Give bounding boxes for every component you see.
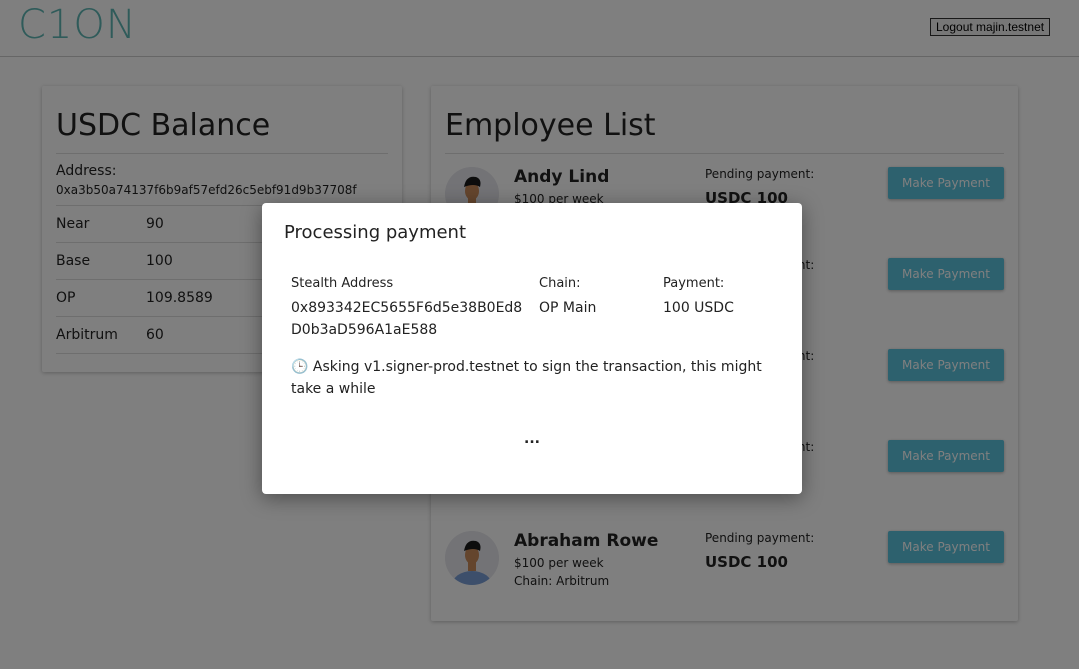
processing-payment-modal: Processing payment Stealth Address 0x893… — [262, 203, 802, 494]
chain-label: Chain: — [539, 276, 581, 291]
chain-column: Chain: OP Main — [539, 276, 596, 319]
payment-column: Payment: 100 USDC — [663, 276, 734, 319]
stealth-address-column: Stealth Address 0x893342EC5655F6d5e38B0E… — [291, 276, 531, 341]
stealth-address-label: Stealth Address — [291, 276, 394, 291]
status-message: 🕒 Asking v1.signer-prod.testnet to sign … — [291, 359, 762, 397]
modal-title: Processing payment — [284, 222, 467, 243]
payment-value: 100 USDC — [663, 300, 734, 316]
chain-value: OP Main — [539, 300, 597, 316]
stealth-address-value: 0x893342EC5655F6d5e38B0Ed8D0b3aD596A1aE5… — [291, 300, 523, 338]
loading-indicator: ... — [524, 431, 540, 447]
payment-label: Payment: — [663, 276, 725, 291]
